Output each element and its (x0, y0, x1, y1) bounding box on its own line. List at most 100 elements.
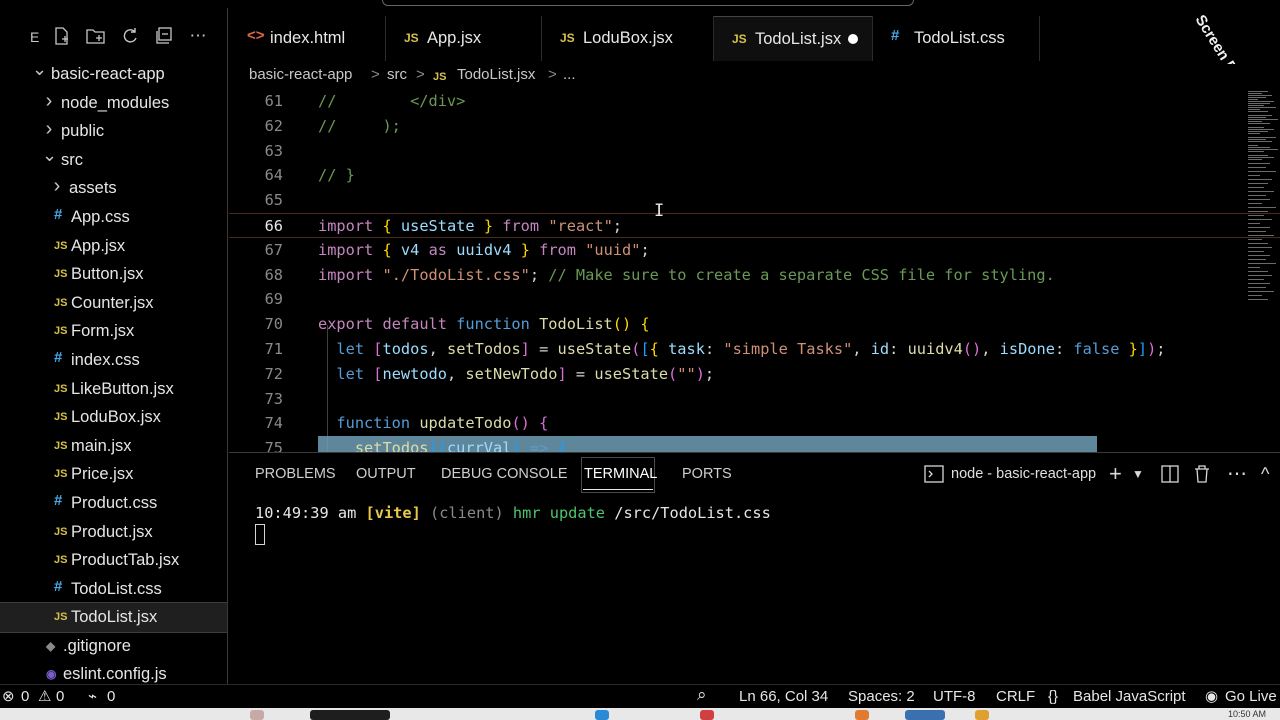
ports-count[interactable]: 0 (107, 688, 115, 706)
code-editor[interactable]: 61 // </div> 62 // ); 63 64 // } 65 66 import { u… (229, 89, 1280, 452)
code-token: [ (640, 340, 650, 358)
tab-ports[interactable]: PORTS (682, 466, 732, 482)
tree-item[interactable]: JS ProductTab.jsx (0, 546, 227, 575)
tree-item[interactable]: JS LikeButton.jsx (0, 375, 227, 404)
taskbar-app-icon[interactable] (975, 710, 989, 720)
tree-item[interactable]: › public (0, 117, 227, 146)
tree-item[interactable]: # index.css (0, 346, 227, 375)
code-token: id (870, 340, 890, 358)
tab-debug-console[interactable]: DEBUG CONSOLE (441, 466, 568, 482)
more-icon[interactable]: ⋯ (186, 24, 210, 48)
breadcrumb-root[interactable]: basic-react-app (249, 67, 352, 83)
tree-item[interactable]: # App.css (0, 203, 227, 232)
command-center[interactable] (382, 0, 914, 6)
more-icon[interactable]: ⋯ (1227, 463, 1247, 485)
refresh-icon[interactable] (118, 24, 142, 48)
tree-item[interactable]: ⌄ basic-react-app (0, 60, 227, 89)
new-file-icon[interactable] (50, 24, 74, 48)
taskbar-app-icon[interactable] (595, 710, 609, 720)
code-token: ] (557, 364, 567, 383)
collapse-icon[interactable] (152, 24, 176, 48)
warning-count[interactable]: 0 (56, 688, 64, 706)
code-line[interactable]: 72 let [newtodo, setNewTodo] = useState(… (229, 362, 1280, 387)
breadcrumb-folder[interactable]: src (387, 67, 407, 83)
go-live-button[interactable]: Go Live (1225, 688, 1277, 706)
tree-item[interactable]: JS main.jsx (0, 432, 227, 461)
minimap[interactable] (1244, 89, 1280, 304)
tab-lodubox-jsx[interactable]: JS LoduBox.jsx (542, 16, 714, 61)
taskbar-clock: 10:50 AM (1227, 709, 1266, 719)
tree-item[interactable]: # Product.css (0, 489, 227, 518)
code-line[interactable]: 66 import { useState } from "react"; (229, 213, 1280, 238)
line-ending[interactable]: CRLF (996, 688, 1035, 706)
tree-item[interactable]: › assets (0, 174, 227, 203)
add-icon[interactable]: + (1109, 463, 1122, 485)
code-line[interactable]: 75 setTodos((currVal) => { (229, 436, 1280, 452)
tab-terminal[interactable]: TERMINAL (584, 466, 657, 482)
tree-item[interactable]: JS TodoList.jsx (0, 602, 227, 633)
tab-output[interactable]: OUTPUT (356, 466, 416, 482)
tree-item[interactable]: ⌄ src (0, 146, 227, 175)
tree-item-label: TodoList.css (71, 579, 162, 598)
tree-item[interactable]: JS Form.jsx (0, 317, 227, 346)
zoom-icon[interactable]: ⌕ (697, 686, 707, 704)
taskbar-app-icon[interactable] (250, 710, 264, 720)
tab-todolist-jsx[interactable]: JS TodoList.jsx (714, 16, 873, 61)
code-line[interactable]: 70 export default function TodoList() { (229, 312, 1280, 337)
chevron-down-icon[interactable]: ⌄ (32, 60, 47, 78)
taskbar-app-icon[interactable] (855, 710, 869, 720)
taskbar-app-icon[interactable] (310, 710, 390, 720)
chevron-right-icon[interactable]: › (50, 176, 64, 196)
chevron-right-icon[interactable]: › (42, 91, 56, 111)
code-line[interactable]: 69 (229, 287, 1280, 312)
taskbar-app-icon[interactable] (905, 710, 945, 720)
tab-index-html[interactable]: <> index.html (229, 16, 386, 61)
taskbar-app-icon[interactable] (700, 710, 714, 720)
unsaved-dot-icon[interactable] (848, 34, 858, 44)
code-line[interactable]: 65 (229, 188, 1280, 213)
tree-item[interactable]: ◆ .gitignore (0, 632, 227, 661)
error-count[interactable]: 0 (21, 688, 29, 706)
chevron-up-icon[interactable]: ^ (1261, 463, 1269, 485)
split-icon[interactable] (1161, 463, 1179, 485)
terminal-name[interactable]: node - basic-react-app (951, 466, 1096, 482)
breadcrumb-symbols[interactable]: ... (563, 67, 576, 83)
chevron-down-icon[interactable]: ⌄ (42, 146, 57, 164)
code-line[interactable]: 68 import "./TodoList.css"; // Make sure … (229, 263, 1280, 288)
code-line[interactable]: 61 // </div> (229, 89, 1280, 114)
tab-problems[interactable]: PROBLEMS (255, 466, 336, 482)
tree-item[interactable]: JS Counter.jsx (0, 289, 227, 318)
breadcrumb-file[interactable]: TodoList.jsx (457, 67, 535, 83)
encoding[interactable]: UTF-8 (933, 688, 976, 706)
code-token: [ (373, 364, 383, 383)
tree-item[interactable]: JS App.jsx (0, 232, 227, 261)
chevron-down-icon[interactable]: ▼ (1132, 463, 1144, 485)
new-folder-icon[interactable] (84, 24, 108, 48)
code-token: ) (511, 439, 521, 452)
code-line[interactable]: 67 import { v4 as uuidv4 } from "uuid"; (229, 238, 1280, 263)
trash-icon[interactable] (1194, 463, 1210, 485)
terminal-icon[interactable] (924, 463, 944, 485)
language-mode[interactable]: Babel JavaScript (1073, 688, 1186, 706)
tab-todolist-css[interactable]: # TodoList.css (873, 16, 1040, 61)
tree-item[interactable]: ◉ eslint.config.js (0, 660, 227, 684)
code-line[interactable]: 71 let [todos, setTodos] = useState([{ t… (229, 337, 1280, 362)
code-line[interactable]: 74 function updateTodo() { (229, 411, 1280, 436)
code-line[interactable]: 64 // } (229, 163, 1280, 188)
indentation[interactable]: Spaces: 2 (848, 688, 915, 706)
tree-item[interactable]: JS Product.jsx (0, 518, 227, 547)
cursor-position[interactable]: Ln 66, Col 34 (739, 688, 828, 706)
tree-item[interactable]: JS Button.jsx (0, 260, 227, 289)
tab-app-jsx[interactable]: JS App.jsx (386, 16, 542, 61)
chevron-right-icon[interactable]: › (42, 119, 56, 139)
code-line[interactable]: 62 // ); (229, 114, 1280, 139)
terminal-output[interactable]: 10:49:39 am [vite] (client) hmr update /… (255, 503, 771, 523)
code-line[interactable]: 73 (229, 387, 1280, 412)
tree-item[interactable]: › node_modules (0, 89, 227, 118)
tree-item[interactable]: # TodoList.css (0, 575, 227, 604)
code-line[interactable]: 63 (229, 139, 1280, 164)
tree-item[interactable]: JS LoduBox.jsx (0, 403, 227, 432)
minimap-line (1248, 131, 1268, 132)
tree-item[interactable]: JS Price.jsx (0, 460, 227, 489)
